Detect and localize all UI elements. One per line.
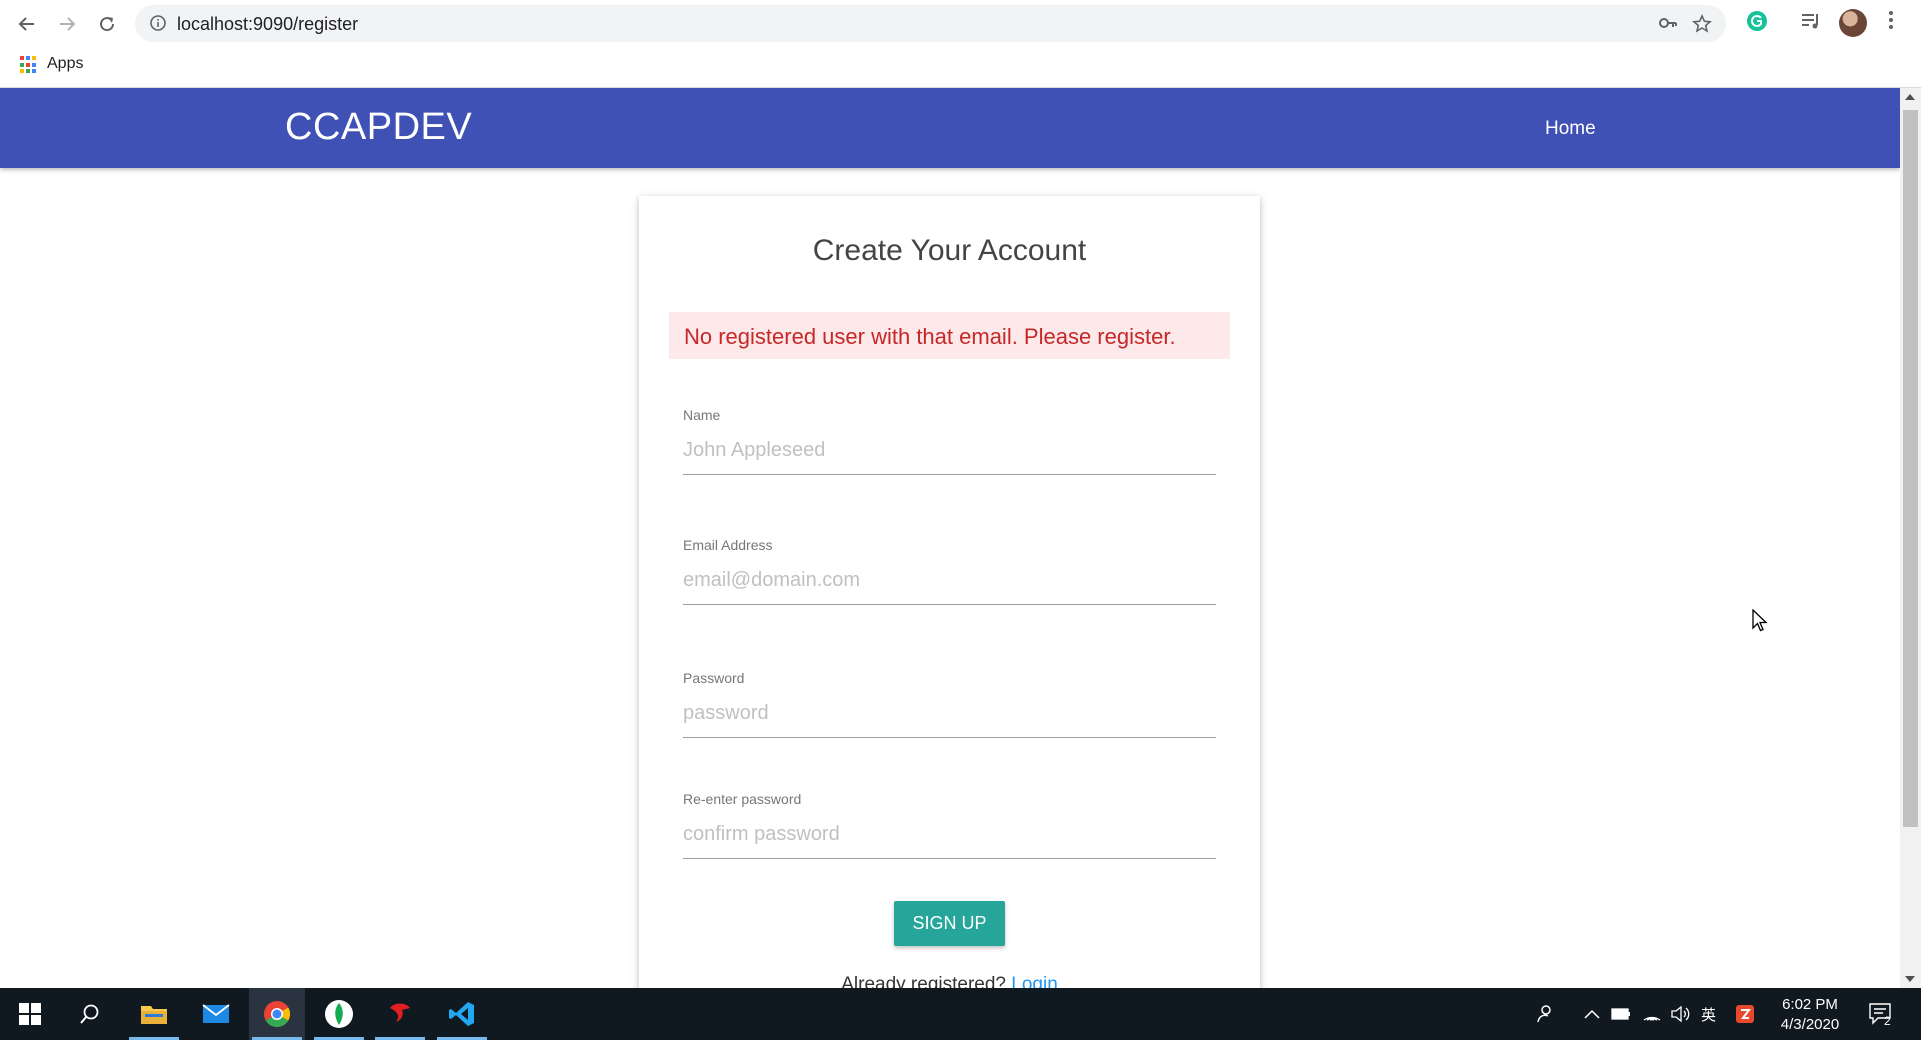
menu-icon[interactable]: [1888, 10, 1894, 35]
nav-home-link[interactable]: Home: [1545, 118, 1596, 140]
register-card: Create Your Account No registered user w…: [639, 196, 1260, 988]
back-button[interactable]: [11, 8, 43, 40]
taskbar-file-explorer[interactable]: [126, 988, 182, 1040]
password-label: Password: [683, 670, 745, 686]
folder-icon: [141, 1006, 167, 1024]
scroll-thumb[interactable]: [1903, 110, 1918, 827]
vscode-icon: [449, 1002, 474, 1026]
mail-icon: [202, 1004, 230, 1023]
browser-toolbar: localhost:9090/register: [0, 0, 1921, 46]
windows-icon: [19, 1003, 41, 1025]
mongodb-leaf-icon: [325, 1000, 353, 1028]
clock-date: 4/3/2020: [1780, 1016, 1840, 1033]
taskbar-mail[interactable]: [188, 988, 244, 1040]
login-prompt: Already registered? Login: [639, 974, 1260, 988]
star-icon[interactable]: [1692, 14, 1712, 39]
name-field: Name: [683, 407, 1216, 475]
apps-icon[interactable]: [20, 56, 38, 74]
reload-button[interactable]: [91, 8, 123, 40]
scroll-up-icon[interactable]: [1905, 94, 1915, 100]
notification-count: 2: [1884, 1014, 1891, 1028]
mouse-cursor-icon: [1752, 608, 1768, 638]
volume-icon[interactable]: [1670, 988, 1690, 1040]
login-prompt-text: Already registered?: [841, 974, 1006, 988]
confirm-password-input[interactable]: [683, 819, 1216, 859]
taskbar-chrome[interactable]: [249, 988, 305, 1040]
info-icon[interactable]: [149, 14, 167, 37]
email-label: Email Address: [683, 537, 773, 553]
wifi-icon[interactable]: [1642, 988, 1662, 1040]
scroll-down-icon[interactable]: [1905, 976, 1915, 982]
page-viewport: CCAPDEV Home Create Your Account No regi…: [0, 88, 1900, 988]
page-scrollbar[interactable]: [1900, 88, 1921, 988]
system-clock[interactable]: 6:02 PM 4/3/2020: [1770, 995, 1850, 1035]
apps-bookmark[interactable]: Apps: [47, 55, 83, 73]
page-title: Create Your Account: [812, 234, 1087, 267]
name-label: Name: [683, 407, 721, 423]
email-field: Email Address: [683, 537, 1216, 605]
bookmarks-bar: Apps: [0, 46, 1921, 88]
grammarly-icon[interactable]: [1746, 10, 1768, 37]
url-text: localhost:9090/register: [177, 14, 359, 34]
notifications-icon[interactable]: 2: [1868, 988, 1891, 1040]
brand-logo[interactable]: CCAPDEV: [285, 106, 472, 149]
chevron-up-icon[interactable]: [1584, 988, 1600, 1040]
taskbar-vscode[interactable]: [434, 988, 490, 1040]
sign-up-button[interactable]: SIGN UP: [894, 901, 1005, 946]
reload-icon: [100, 17, 115, 32]
profile-avatar[interactable]: [1839, 9, 1867, 37]
media-control-icon[interactable]: [1800, 10, 1822, 37]
key-icon[interactable]: [1658, 14, 1678, 37]
password-field: Password: [683, 670, 1216, 738]
start-button[interactable]: [2, 988, 58, 1040]
forward-button[interactable]: [51, 8, 83, 40]
app-tray-icon[interactable]: [1735, 988, 1755, 1040]
taskbar-mongodb-compass[interactable]: [311, 988, 367, 1040]
email-input[interactable]: [683, 565, 1216, 605]
confirm-password-field: Re-enter password: [683, 791, 1216, 859]
battery-icon[interactable]: [1611, 988, 1631, 1040]
confirm-password-label: Re-enter password: [683, 791, 802, 807]
name-input[interactable]: [683, 435, 1216, 475]
arrow-right-icon: [60, 17, 76, 31]
login-link[interactable]: Login: [1011, 974, 1058, 988]
windows-taskbar: 英 6:02 PM 4/3/2020 2: [0, 988, 1921, 1040]
arrow-left-icon: [18, 17, 34, 31]
people-icon[interactable]: [1534, 988, 1554, 1040]
search-button[interactable]: [62, 988, 118, 1040]
app-red-icon: [390, 1003, 410, 1022]
error-alert: No registered user with that email. Plea…: [669, 312, 1230, 359]
password-input[interactable]: [683, 698, 1216, 738]
chrome-icon: [264, 1001, 291, 1028]
taskbar-app-red[interactable]: [372, 988, 428, 1040]
address-bar[interactable]: localhost:9090/register: [135, 5, 1726, 42]
clock-time: 6:02 PM: [1782, 996, 1838, 1013]
search-icon: [80, 1004, 99, 1024]
site-navbar: CCAPDEV Home: [0, 88, 1900, 168]
ime-indicator[interactable]: 英: [1701, 988, 1716, 1040]
